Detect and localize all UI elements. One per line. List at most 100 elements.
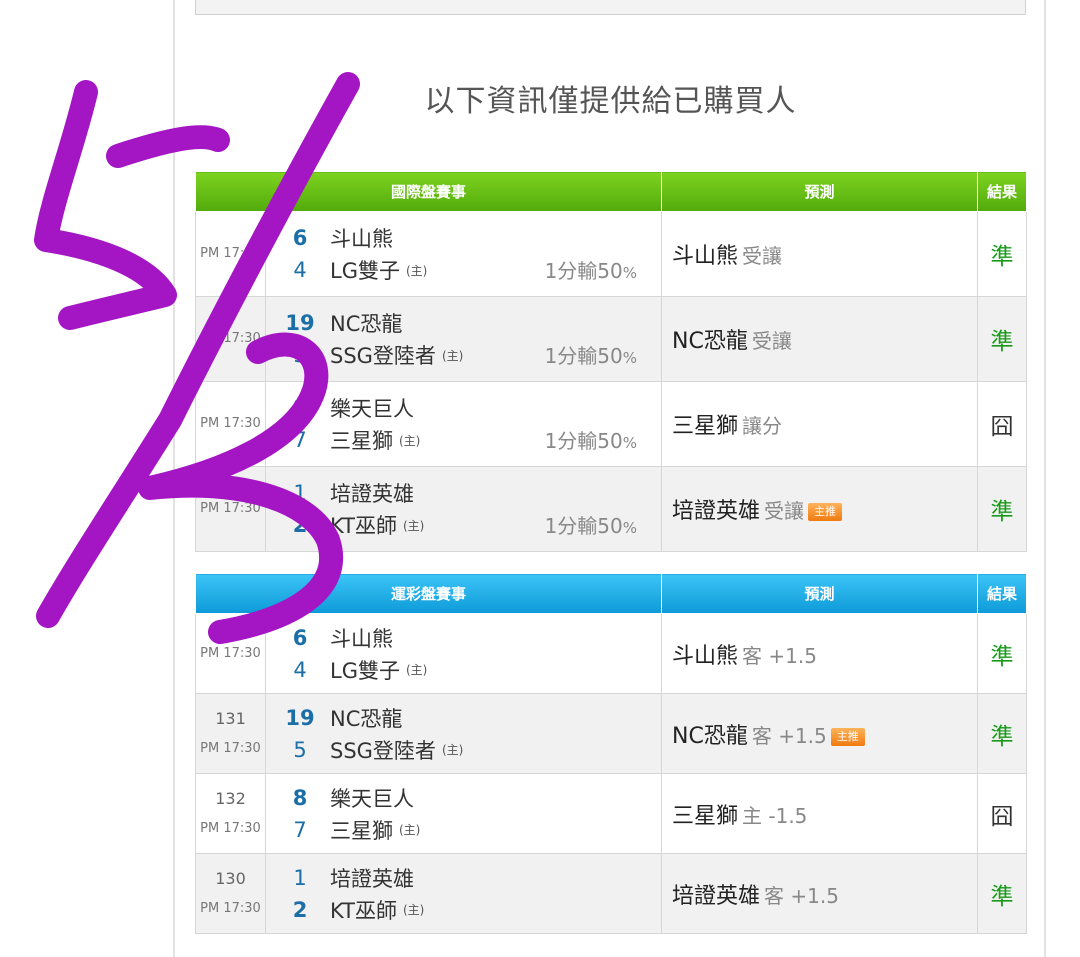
away-score: 19 <box>285 311 315 335</box>
away-team: 樂天巨人 <box>330 786 414 811</box>
home-team: LG雙子 <box>330 259 400 283</box>
match-time-cell: 132 PM 17:30 <box>195 773 266 854</box>
featured-pick-badge: 主推 <box>830 727 865 746</box>
result-cell: 準 <box>977 853 1028 934</box>
home-team: 三星獅 <box>330 818 393 843</box>
pick-team: NC恐龍 <box>672 723 748 749</box>
table-row[interactable]: PM 17:30 6 斗山熊 4 LG雙子 (主) 斗山熊客 +1.5 準 <box>195 613 1028 694</box>
match-time: PM 17:30 <box>200 900 261 916</box>
away-score: 8 <box>292 785 308 810</box>
featured-pick-badge: 主推 <box>808 503 843 521</box>
prediction-cell: NC恐龍 受讓 <box>661 296 979 382</box>
home-tag: (主) <box>441 348 464 363</box>
away-score: 19 <box>285 705 315 730</box>
home-score: 5 <box>293 343 307 367</box>
away-team: NC恐龍 <box>330 312 403 336</box>
match-cell: 6 斗山熊 4 LG雙子 (主) <box>264 613 663 694</box>
previous-section-box <box>195 0 1026 15</box>
prediction-cell: 培證英雄客 +1.5 <box>661 853 979 934</box>
match-cell: 19 NC恐龍 5 SSG登陸者 (主) <box>264 693 663 774</box>
match-cell: 6 斗山熊 4 LG雙子 (主) 1分輸50% <box>264 211 663 297</box>
page-border-right <box>1044 0 1046 957</box>
header-result: 結果 <box>977 171 1028 212</box>
game-number: 132 <box>215 788 246 808</box>
game-number: 130 <box>215 868 246 888</box>
table-header: 國際盤賽事 預測 結果 <box>194 171 1028 212</box>
prediction-cell: 斗山熊 受讓 <box>661 211 979 297</box>
away-team: 樂天巨人 <box>330 397 414 421</box>
header-matches: 運彩盤賽事 <box>194 573 663 614</box>
away-team: 培證英雄 <box>330 482 414 506</box>
header-matches: 國際盤賽事 <box>194 171 663 212</box>
odds-line: 1分輸50% <box>544 259 638 283</box>
home-team: KT巫師 <box>330 514 397 538</box>
odds-line: 1分輸50% <box>544 514 638 538</box>
home-tag: (主) <box>399 433 421 448</box>
odds-line: 1分輸50% <box>544 344 638 368</box>
table-header: 運彩盤賽事 預測 結果 <box>194 573 1028 614</box>
match-time-cell: 130 PM 17:30 <box>195 853 266 934</box>
home-team: SSG登陸者 <box>330 344 436 368</box>
header-prediction: 預測 <box>661 171 979 212</box>
home-tag: (主) <box>441 743 464 757</box>
home-score: 7 <box>293 817 307 842</box>
table-row[interactable]: 130 PM 17:30 1 培證英雄 2 KT巫師 (主) 培證英雄客 +1.5 準 <box>195 853 1028 934</box>
pick-note: 客 +1.5 <box>764 883 839 908</box>
result-cell: 準 <box>977 296 1028 382</box>
header-result: 結果 <box>977 573 1028 614</box>
pick-team: 三星獅 <box>672 414 739 439</box>
match-time-cell: PM 17:30 <box>195 613 266 694</box>
sports-lottery-table: 運彩盤賽事 預測 結果 PM 17:30 6 斗山熊 4 LG雙子 (主) 斗山熊客 … <box>194 573 1028 934</box>
pick-note: 受讓 <box>764 499 805 523</box>
match-time: PM 17:30 <box>200 645 261 661</box>
table-row[interactable]: 132 PM 17:30 8 樂天巨人 7 三星獅 (主) 三星獅主 -1.5 囧 <box>195 773 1028 854</box>
away-score: 1 <box>293 481 307 505</box>
purchaser-notice: 以下資訊僅提供給已購買人 <box>424 84 797 119</box>
prediction-cell: 斗山熊客 +1.5 <box>661 613 979 694</box>
pick-team: 培證英雄 <box>672 883 761 909</box>
home-tag: (主) <box>402 903 425 917</box>
home-score: 4 <box>293 657 307 682</box>
international-odds-table: 國際盤賽事 預測 結果 PM 17:30 6 斗山熊 4 LG雙子 (主) 1分輸50… <box>194 171 1028 552</box>
home-score: 2 <box>292 897 308 922</box>
game-number: 131 <box>215 708 246 728</box>
result-cell: 準 <box>977 466 1028 552</box>
pick-team: 斗山熊 <box>672 643 739 669</box>
home-team: LG雙子 <box>330 658 400 683</box>
pick-note: 讓分 <box>742 414 783 438</box>
home-team: SSG登陸者 <box>330 738 436 763</box>
match-cell: 8 樂天巨人 7 三星獅 (主) <box>264 773 663 854</box>
table-row[interactable]: PM 17:30 19 NC恐龍 5 SSG登陸者 (主) 1分輸50% NC恐龍 受讓… <box>195 296 1028 382</box>
away-team: NC恐龍 <box>330 706 403 731</box>
prediction-cell: 三星獅 讓分 <box>661 381 979 467</box>
match-time: PM 17:30 <box>195 381 266 467</box>
home-tag: (主) <box>399 823 421 837</box>
result-cell: 準 <box>977 693 1028 774</box>
away-team: 斗山熊 <box>330 227 393 251</box>
result-cell: 囧 <box>977 773 1028 854</box>
header-prediction: 預測 <box>661 573 979 614</box>
match-time: PM 17:30 <box>195 296 266 382</box>
table-row[interactable]: PM 17:30 1 培證英雄 2 KT巫師 (主) 1分輸50% 培證英雄 受讓 主推 … <box>195 466 1028 552</box>
away-score: 6 <box>292 625 308 650</box>
home-score: 4 <box>293 258 307 282</box>
odds-line: 1分輸50% <box>544 429 638 453</box>
away-team: 斗山熊 <box>330 626 393 651</box>
prediction-cell: NC恐龍客 +1.5 主推 <box>661 693 979 774</box>
match-time-cell: 131 PM 17:30 <box>195 693 266 774</box>
home-score: 2 <box>292 513 308 537</box>
table-row[interactable]: PM 17:30 6 斗山熊 4 LG雙子 (主) 1分輸50% 斗山熊 受讓 準 <box>195 211 1028 297</box>
pick-note: 客 +1.5 <box>742 643 817 668</box>
away-score: 8 <box>292 396 308 420</box>
pick-note: 客 +1.5 <box>751 723 827 748</box>
away-score: 1 <box>293 865 307 890</box>
pick-team: 斗山熊 <box>672 244 739 269</box>
prediction-cell: 三星獅主 -1.5 <box>661 773 979 854</box>
page-border-left <box>173 0 175 957</box>
match-time: PM 17:30 <box>200 820 261 836</box>
table-row[interactable]: PM 17:30 8 樂天巨人 7 三星獅 (主) 1分輸50% 三星獅 讓分 囧 <box>195 381 1028 467</box>
table-row[interactable]: 131 PM 17:30 19 NC恐龍 5 SSG登陸者 (主) NC恐龍客 +1.5… <box>195 693 1028 774</box>
pick-note: 受讓 <box>751 329 792 353</box>
home-tag: (主) <box>405 663 428 677</box>
match-time: PM 17:30 <box>195 211 266 297</box>
